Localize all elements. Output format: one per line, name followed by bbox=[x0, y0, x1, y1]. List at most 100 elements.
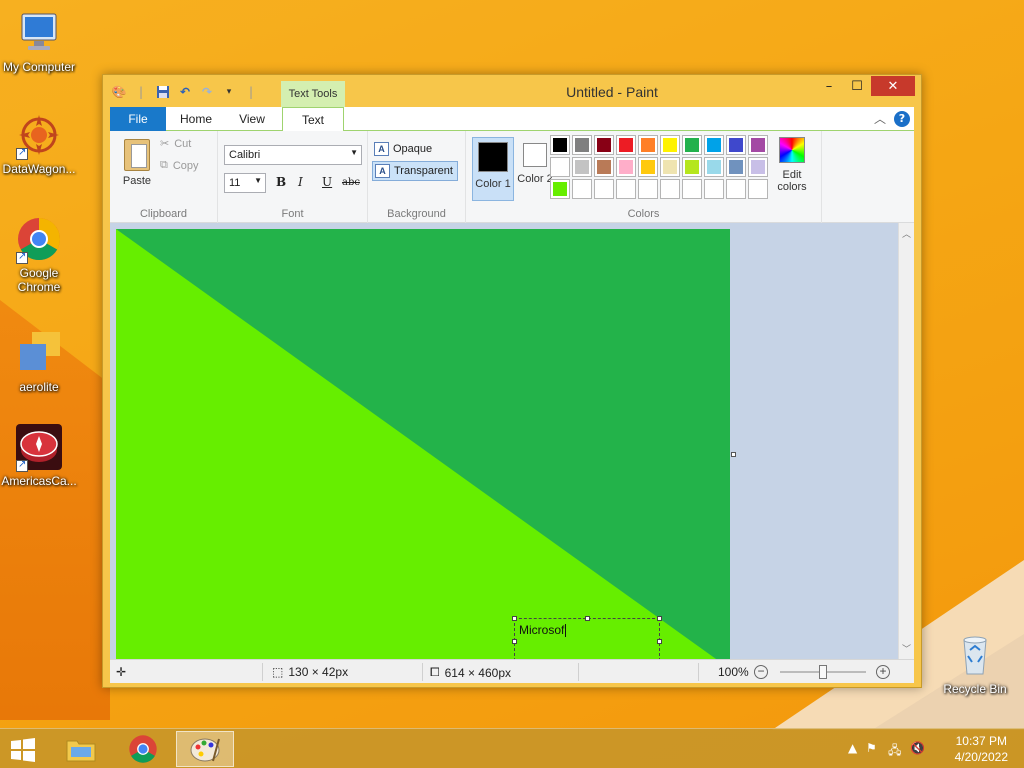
opaque-icon: A bbox=[374, 142, 389, 156]
palette-swatch[interactable] bbox=[550, 135, 570, 155]
transparent-option[interactable]: A Transparent bbox=[372, 161, 458, 181]
palette-swatch[interactable] bbox=[572, 179, 592, 199]
color-palette bbox=[550, 135, 768, 199]
palette-swatch[interactable] bbox=[616, 135, 636, 155]
edit-colors-button[interactable]: Edit colors bbox=[772, 137, 812, 193]
maximize-button[interactable]: ☐ bbox=[843, 76, 871, 96]
scroll-down-icon[interactable]: ﹀ bbox=[902, 642, 911, 655]
underline-button[interactable]: U bbox=[322, 175, 332, 189]
palette-swatch[interactable] bbox=[660, 179, 680, 199]
taskbar-file-explorer[interactable] bbox=[52, 731, 110, 767]
taskbar-chrome[interactable] bbox=[114, 731, 172, 767]
palette-swatch[interactable] bbox=[748, 135, 768, 155]
desktop-icon-my-computer[interactable]: My Computer bbox=[0, 10, 78, 74]
tab-home[interactable]: Home bbox=[170, 107, 222, 131]
italic-button[interactable]: I bbox=[298, 175, 303, 189]
desktop-icon-label: DataWagon... bbox=[2, 162, 76, 176]
palette-swatch[interactable] bbox=[682, 135, 702, 155]
group-label: Colors bbox=[627, 208, 660, 220]
aerolite-icon bbox=[16, 330, 62, 376]
palette-swatch[interactable] bbox=[660, 135, 680, 155]
cut-button[interactable]: ✂ Cut bbox=[160, 137, 191, 151]
desktop-icon-recycle-bin[interactable]: Recycle Bin bbox=[936, 632, 1014, 696]
desktop-icon-label: AmericasCa... bbox=[1, 474, 77, 488]
show-hidden-icons[interactable]: ▲ bbox=[848, 741, 857, 755]
zoom-slider[interactable] bbox=[780, 665, 866, 679]
palette-swatch[interactable] bbox=[726, 157, 746, 177]
palette-swatch-color bbox=[553, 138, 567, 152]
font-size-select[interactable]: 11 ▼ bbox=[224, 173, 266, 193]
tab-file[interactable]: File bbox=[110, 107, 166, 131]
palette-swatch[interactable] bbox=[616, 157, 636, 177]
palette-swatch-color bbox=[751, 138, 765, 152]
palette-swatch[interactable] bbox=[550, 179, 570, 199]
palette-swatch[interactable] bbox=[660, 157, 680, 177]
palette-swatch-color bbox=[553, 182, 567, 196]
action-center-icon[interactable]: ⚑ bbox=[866, 741, 877, 755]
font-family-select[interactable]: Calibri ▼ bbox=[224, 145, 362, 165]
opaque-option[interactable]: A Opaque bbox=[372, 139, 458, 159]
clock[interactable]: 10:37 PM 4/20/2022 bbox=[955, 733, 1008, 765]
desktop-icon-datawagon[interactable]: DataWagon... bbox=[0, 112, 78, 176]
scroll-up-icon[interactable]: ︿ bbox=[902, 227, 911, 240]
minimize-button[interactable]: – bbox=[815, 76, 843, 96]
bold-button[interactable]: B bbox=[276, 175, 286, 189]
paste-button[interactable]: Paste bbox=[120, 139, 154, 187]
close-button[interactable]: ✕ bbox=[871, 76, 915, 96]
palette-swatch[interactable] bbox=[726, 135, 746, 155]
zoom-in-button[interactable]: + bbox=[876, 665, 890, 679]
ribbon: Paste ✂ Cut ⧉ Copy Clipboard Calibri ▼ 1… bbox=[110, 131, 914, 223]
ribbon-tabs: File Home View Text ︿ ? bbox=[110, 107, 914, 132]
palette-swatch[interactable] bbox=[594, 157, 614, 177]
selection-icon: ⬚ bbox=[272, 665, 284, 679]
tab-text[interactable]: Text bbox=[282, 107, 344, 132]
palette-swatch[interactable] bbox=[594, 135, 614, 155]
palette-swatch[interactable] bbox=[638, 135, 658, 155]
desktop-icon-chrome[interactable]: Google Chrome bbox=[0, 216, 78, 294]
palette-swatch[interactable] bbox=[704, 135, 724, 155]
desktop-icon-aerolite[interactable]: aerolite bbox=[0, 330, 78, 394]
palette-swatch[interactable] bbox=[682, 179, 702, 199]
palette-swatch[interactable] bbox=[550, 157, 570, 177]
drawing-canvas[interactable]: Microsof bbox=[116, 229, 730, 659]
canvas-drawing bbox=[116, 229, 717, 659]
palette-swatch[interactable] bbox=[726, 179, 746, 199]
vertical-scrollbar[interactable]: ︿ ﹀ bbox=[898, 223, 914, 659]
start-button[interactable] bbox=[8, 737, 38, 763]
text-input-box[interactable]: Microsof bbox=[512, 616, 662, 659]
taskbar-paint[interactable] bbox=[176, 731, 234, 767]
palette-swatch[interactable] bbox=[704, 157, 724, 177]
palette-swatch[interactable] bbox=[616, 179, 636, 199]
zoom-out-button[interactable]: − bbox=[754, 665, 768, 679]
palette-swatch[interactable] bbox=[748, 179, 768, 199]
palette-swatch[interactable] bbox=[682, 157, 702, 177]
palette-swatch-color bbox=[597, 160, 611, 174]
help-icon[interactable]: ? bbox=[894, 111, 910, 127]
canvas-resize-handle[interactable] bbox=[731, 452, 736, 457]
selection-size: ⬚ 130 × 42px bbox=[272, 665, 349, 679]
volume-muted-icon[interactable]: 🔇 bbox=[910, 741, 925, 755]
palette-swatch-color bbox=[685, 138, 699, 152]
title-bar[interactable]: 🎨 | ↶ ↷ ▾ | Text Tools Untitled - Paint … bbox=[103, 75, 921, 107]
collapse-ribbon-icon[interactable]: ︿ bbox=[874, 110, 886, 127]
palette-swatch[interactable] bbox=[572, 157, 592, 177]
palette-swatch[interactable] bbox=[704, 179, 724, 199]
strikethrough-button[interactable]: abc bbox=[342, 177, 360, 188]
network-icon[interactable]: 🖧 bbox=[888, 741, 901, 762]
palette-swatch[interactable] bbox=[748, 157, 768, 177]
shortcut-arrow-icon bbox=[16, 250, 28, 264]
palette-swatch[interactable] bbox=[638, 179, 658, 199]
copy-button[interactable]: ⧉ Copy bbox=[160, 159, 199, 172]
palette-swatch-color bbox=[751, 182, 765, 196]
recycle-bin-icon bbox=[952, 632, 998, 678]
palette-swatch[interactable] bbox=[572, 135, 592, 155]
zoom-slider-thumb[interactable] bbox=[819, 665, 827, 679]
group-label: Clipboard bbox=[139, 208, 188, 220]
color-1-swatch bbox=[478, 142, 508, 172]
palette-swatch[interactable] bbox=[638, 157, 658, 177]
chrome-icon bbox=[129, 735, 157, 763]
desktop-icon-americascardroom[interactable]: AmericasCa... bbox=[0, 424, 78, 488]
tab-view[interactable]: View bbox=[226, 107, 278, 131]
color-1-button[interactable]: Color 1 bbox=[472, 137, 514, 201]
palette-swatch[interactable] bbox=[594, 179, 614, 199]
